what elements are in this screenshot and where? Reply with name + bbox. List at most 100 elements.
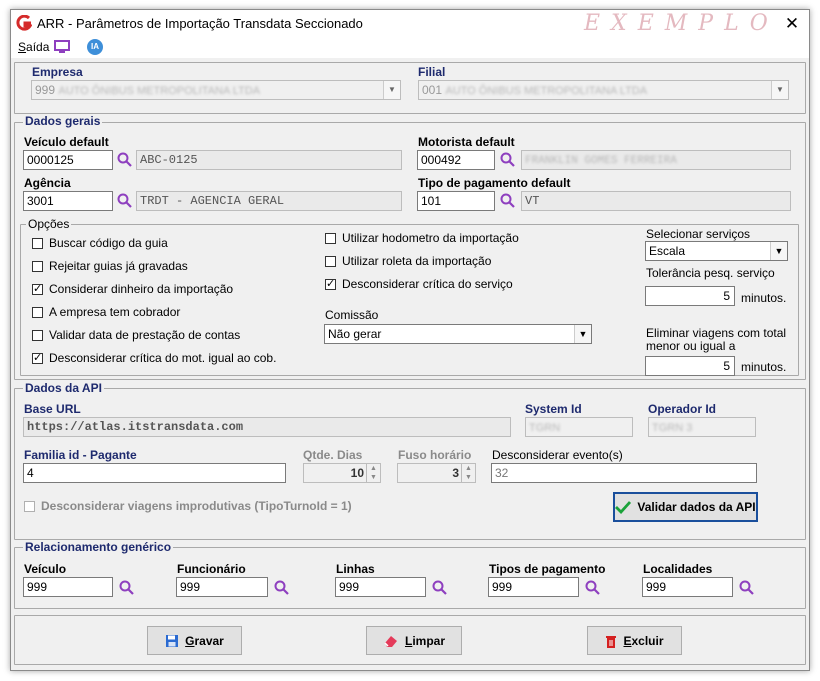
- dados-api-title: Dados da API: [23, 381, 104, 395]
- main-window: ARR - Parâmetros de Importação Transdata…: [10, 9, 810, 671]
- spinner-arrows-icon[interactable]: ▲ ▼: [461, 464, 475, 482]
- comissao-select[interactable]: Não gerar ▼: [324, 324, 592, 344]
- rel-localidades-label: Localidades: [643, 562, 713, 576]
- qtde-dias-input[interactable]: 10 ▲ ▼: [303, 463, 381, 483]
- app-logo-icon: [16, 15, 32, 31]
- selecionar-servicos-select[interactable]: Escala ▼: [645, 241, 788, 261]
- veiculo-default-desc: ABC-0125: [136, 150, 402, 170]
- chevron-down-icon[interactable]: ▼: [574, 325, 591, 343]
- minutos-label: minutos.: [741, 291, 787, 305]
- rel-funcionario-input[interactable]: 999: [176, 577, 268, 597]
- checkbox-label: Rejeitar guias já gravadas: [49, 259, 188, 273]
- base-url-input[interactable]: https://atlas.itstransdata.com: [23, 417, 511, 437]
- trash-icon: [606, 635, 617, 648]
- operador-id-input[interactable]: TGRN 3: [648, 417, 756, 437]
- checkbox-desconsiderar-mot-cob[interactable]: ✓: [32, 353, 43, 364]
- desconsiderar-evento-label: Desconsiderar evento(s): [492, 448, 623, 462]
- selecionar-servicos-label: Selecionar serviços: [646, 227, 751, 241]
- search-icon[interactable]: [118, 579, 136, 597]
- gravar-button[interactable]: Gravar: [147, 626, 242, 655]
- checkbox-label: Utilizar hodometro da importação: [342, 231, 519, 245]
- checkbox-viagens-improdutivas[interactable]: [24, 501, 35, 512]
- viagens-improdutivas-label: Desconsiderar viagens improdutivas (Tipo…: [41, 499, 352, 513]
- dados-gerais-title: Dados gerais: [23, 114, 103, 128]
- eliminar-viagens-label-1: Eliminar viagens com total: [646, 326, 787, 340]
- search-icon[interactable]: [116, 192, 134, 210]
- checkbox-empresa-cobrador[interactable]: [32, 307, 43, 318]
- chevron-down-icon[interactable]: ▼: [770, 242, 787, 260]
- minutos-label: minutos.: [741, 360, 787, 374]
- tipo-pagamento-label: Tipo de pagamento default: [418, 176, 571, 190]
- checkbox-desconsiderar-servico[interactable]: ✓: [325, 279, 336, 290]
- checkbox-label: Validar data de prestação de contas: [49, 328, 241, 342]
- rel-tipos-pagamento-label: Tipos de pagamento: [489, 562, 606, 576]
- eraser-icon: [384, 635, 397, 647]
- qtde-dias-label: Qtde. Dias: [303, 448, 363, 462]
- tolerancia-label: Tolerância pesq. serviço: [646, 266, 775, 280]
- agencia-label: Agência: [24, 176, 71, 190]
- ia-assistant-icon[interactable]: IA: [87, 39, 103, 55]
- search-icon[interactable]: [273, 579, 291, 597]
- filial-select[interactable]: 001 AUTO ÔNIBUS METROPOLITANA LTDA ▼: [418, 80, 789, 100]
- filial-label: Filial: [418, 65, 446, 79]
- chevron-down-icon[interactable]: ▼: [771, 81, 788, 99]
- rel-linhas-input[interactable]: 999: [335, 577, 426, 597]
- rel-linhas-label: Linhas: [336, 562, 375, 576]
- checkbox-label: Desconsiderar crítica do mot. igual ao c…: [49, 351, 277, 365]
- desconsiderar-evento-input[interactable]: 32: [491, 463, 757, 483]
- base-url-label: Base URL: [24, 402, 81, 416]
- veiculo-default-input[interactable]: 0000125: [23, 150, 113, 170]
- search-icon[interactable]: [584, 579, 602, 597]
- window-title: ARR - Parâmetros de Importação Transdata…: [37, 16, 363, 31]
- tipo-pagamento-desc: VT: [521, 191, 791, 211]
- excluir-button[interactable]: Excluir: [587, 626, 682, 655]
- checkbox-hodometro[interactable]: [325, 233, 336, 244]
- tolerancia-input[interactable]: 5: [645, 286, 735, 306]
- search-icon[interactable]: [499, 151, 517, 169]
- checkbox-validar-data[interactable]: [32, 330, 43, 341]
- search-icon[interactable]: [116, 151, 134, 169]
- tipo-pagamento-input[interactable]: 101: [417, 191, 495, 211]
- search-icon[interactable]: [499, 192, 517, 210]
- rel-veiculo-input[interactable]: 999: [23, 577, 113, 597]
- veiculo-default-label: Veículo default: [24, 135, 109, 149]
- rel-funcionario-label: Funcionário: [177, 562, 246, 576]
- title-bar: ARR - Parâmetros de Importação Transdata…: [11, 10, 809, 38]
- opcoes-title: Opções: [26, 217, 72, 231]
- relacionamento-title: Relacionamento genérico: [23, 540, 174, 554]
- close-button[interactable]: ✕: [781, 13, 803, 35]
- spinner-arrows-icon[interactable]: ▲ ▼: [366, 464, 380, 482]
- rel-localidades-input[interactable]: 999: [642, 577, 733, 597]
- watermark-text: EXEMPLO: [584, 11, 779, 36]
- checkbox-buscar-codigo[interactable]: [32, 238, 43, 249]
- familia-id-input[interactable]: 4: [23, 463, 286, 483]
- checkbox-roleta[interactable]: [325, 256, 336, 267]
- checkbox-rejeitar-guias[interactable]: [32, 261, 43, 272]
- search-icon[interactable]: [431, 579, 449, 597]
- rel-tipos-pagamento-input[interactable]: 999: [488, 577, 579, 597]
- monitor-icon[interactable]: [54, 40, 70, 54]
- agencia-input[interactable]: 3001: [23, 191, 113, 211]
- checkbox-label: Utilizar roleta da importação: [342, 254, 492, 268]
- checkbox-label: Considerar dinheiro da importação: [49, 282, 234, 296]
- system-id-label: System Id: [525, 402, 582, 416]
- menu-bar: Saída IA: [11, 38, 809, 58]
- chevron-down-icon[interactable]: ▼: [383, 81, 400, 99]
- checkbox-label: Desconsiderar crítica do serviço: [342, 277, 513, 291]
- familia-id-label: Familia id - Pagante: [24, 448, 137, 462]
- eliminar-viagens-label-2: menor ou igual a: [646, 339, 736, 353]
- limpar-button[interactable]: Limpar: [366, 626, 462, 655]
- validar-api-button[interactable]: Validar dados da API: [613, 492, 758, 522]
- eliminar-viagens-input[interactable]: 5: [645, 356, 735, 376]
- empresa-select[interactable]: 999 AUTO ÔNIBUS METROPOLITANA LTDA ▼: [31, 80, 401, 100]
- motorista-default-input[interactable]: 000492: [417, 150, 495, 170]
- rel-veiculo-label: Veículo: [24, 562, 67, 576]
- checkbox-label: A empresa tem cobrador: [49, 305, 181, 319]
- fuso-horario-input[interactable]: 3 ▲ ▼: [397, 463, 476, 483]
- menu-item-sair[interactable]: Saída: [18, 40, 49, 54]
- search-icon[interactable]: [738, 579, 756, 597]
- system-id-input[interactable]: TGRN: [525, 417, 633, 437]
- motorista-default-desc: FRANKLIN GOMES FERREIRA: [521, 150, 791, 170]
- checkbox-considerar-dinheiro[interactable]: ✓: [32, 284, 43, 295]
- comissao-label: Comissão: [325, 308, 379, 322]
